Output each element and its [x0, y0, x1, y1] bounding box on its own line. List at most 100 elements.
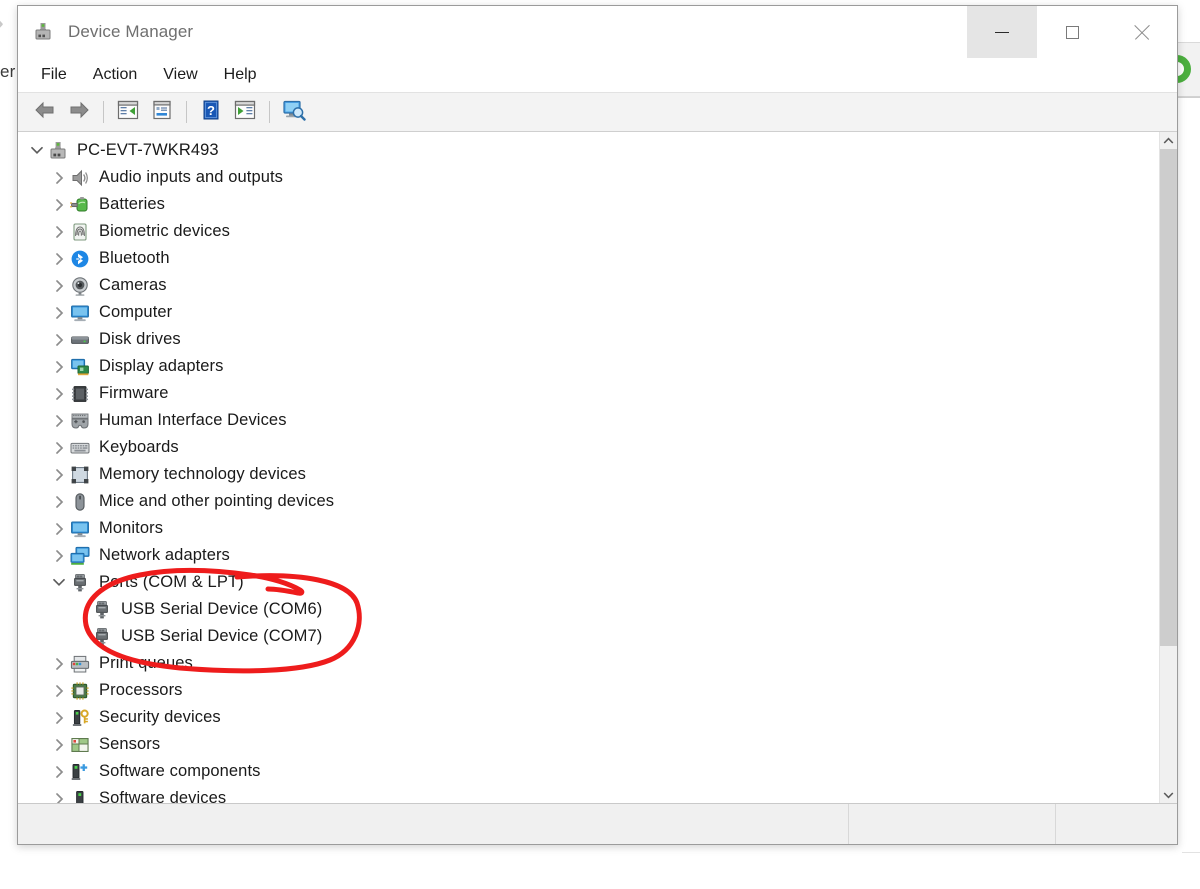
network-adapter-icon [70, 546, 90, 566]
tree-row[interactable]: Bluetooth [18, 245, 1159, 272]
expand-toggle-closed-icon[interactable] [48, 198, 70, 211]
help-button[interactable]: ? [194, 96, 228, 128]
tree-row[interactable]: Software components [18, 758, 1159, 785]
computer-node-icon [48, 141, 68, 161]
tree-row[interactable]: Security devices [18, 704, 1159, 731]
tree-row-label: Batteries [99, 195, 166, 213]
window-controls [967, 6, 1177, 58]
tree-row[interactable]: Processors [18, 677, 1159, 704]
tree-row[interactable]: Batteries [18, 191, 1159, 218]
back-arrow-icon [34, 101, 56, 124]
tree-row[interactable]: Disk drives [18, 326, 1159, 353]
expand-toggle-closed-icon[interactable] [48, 765, 70, 778]
expand-toggle-closed-icon[interactable] [48, 387, 70, 400]
title-bar: Device Manager [18, 6, 1177, 58]
firmware-chip-icon [70, 384, 90, 404]
tree-row[interactable]: USB Serial Device (COM6) [18, 596, 1159, 623]
tree-row[interactable]: Biometric devices [18, 218, 1159, 245]
tree-row-label: Network adapters [99, 546, 230, 564]
expand-toggle-closed-icon[interactable] [48, 279, 70, 292]
expand-toggle-closed-icon[interactable] [48, 684, 70, 697]
forward-button[interactable] [62, 96, 96, 128]
properties-button[interactable] [145, 96, 179, 128]
tree-row[interactable]: Human Interface Devices [18, 407, 1159, 434]
battery-icon [70, 195, 90, 215]
expand-toggle-closed-icon[interactable] [48, 414, 70, 427]
expand-toggle-closed-icon[interactable] [48, 333, 70, 346]
speaker-icon [70, 168, 90, 188]
tree-row[interactable]: Sensors [18, 731, 1159, 758]
expand-toggle-closed-icon[interactable] [48, 657, 70, 670]
expand-toggle-closed-icon[interactable] [48, 252, 70, 265]
tree-row-label: Bluetooth [99, 249, 170, 267]
expand-toggle-closed-icon[interactable] [48, 306, 70, 319]
tree-row-label: Audio inputs and outputs [99, 168, 284, 186]
tree-row-label: Software components [99, 762, 261, 780]
back-button[interactable] [28, 96, 62, 128]
tree-row-label: Sensors [99, 735, 161, 753]
tree-row[interactable]: Network adapters [18, 542, 1159, 569]
tree-row[interactable]: PC-EVT-7WKR493 [18, 137, 1159, 164]
device-manager-icon [32, 21, 54, 43]
expand-toggle-closed-icon[interactable] [48, 225, 70, 238]
expand-toggle-closed-icon[interactable] [48, 711, 70, 724]
tree-row[interactable]: Cameras [18, 272, 1159, 299]
tree-row[interactable]: Display adapters [18, 353, 1159, 380]
expand-toggle-closed-icon[interactable] [48, 441, 70, 454]
scrollbar-track[interactable] [1160, 149, 1177, 786]
menu-item-action[interactable]: Action [80, 63, 150, 88]
menu-item-file[interactable]: File [28, 63, 80, 88]
tree-row[interactable]: USB Serial Device (COM7) [18, 623, 1159, 650]
toolbar-separator-1 [103, 101, 104, 123]
close-icon [1134, 24, 1150, 40]
tree-row[interactable]: Ports (COM & LPT) [18, 569, 1159, 596]
tree-row[interactable]: Software devices [18, 785, 1159, 803]
scroll-up-button[interactable] [1160, 132, 1177, 149]
minimize-button[interactable] [967, 6, 1037, 58]
display-adapter-icon [70, 357, 90, 377]
expand-toggle-closed-icon[interactable] [48, 792, 70, 803]
serial-port-icon [92, 600, 112, 620]
close-button[interactable] [1107, 6, 1177, 58]
minimize-icon [995, 31, 1009, 33]
expand-toggle-closed-icon[interactable] [48, 549, 70, 562]
scan-hardware-changes-button[interactable] [277, 96, 311, 128]
menu-item-help[interactable]: Help [211, 63, 270, 88]
expand-toggle-open-icon[interactable] [26, 146, 48, 155]
tree-row[interactable]: Monitors [18, 515, 1159, 542]
fingerprint-icon [70, 222, 90, 242]
expand-toggle-open-icon[interactable] [48, 578, 70, 587]
expand-toggle-closed-icon[interactable] [48, 738, 70, 751]
menu-item-view[interactable]: View [150, 63, 210, 88]
tree-row-label: Software devices [99, 789, 227, 803]
expand-toggle-closed-icon[interactable] [48, 468, 70, 481]
device-tree[interactable]: PC-EVT-7WKR493 Audio inputs and outputs Ba… [18, 132, 1159, 803]
toolbar: ? [18, 93, 1177, 132]
vertical-scrollbar[interactable] [1159, 132, 1177, 803]
expand-toggle-closed-icon[interactable] [48, 522, 70, 535]
tree-row-label: Mice and other pointing devices [99, 492, 335, 510]
maximize-icon [1065, 25, 1079, 39]
tree-row[interactable]: Print queues [18, 650, 1159, 677]
scroll-down-button[interactable] [1160, 786, 1177, 803]
scrollbar-thumb[interactable] [1160, 149, 1177, 646]
window-title: Device Manager [68, 22, 194, 41]
tree-row-label: USB Serial Device (COM6) [121, 600, 323, 618]
forward-arrow-icon [68, 101, 90, 124]
expand-toggle-closed-icon[interactable] [48, 360, 70, 373]
expand-toggle-closed-icon[interactable] [48, 171, 70, 184]
tree-row[interactable]: Computer [18, 299, 1159, 326]
expand-toggle-closed-icon[interactable] [48, 495, 70, 508]
maximize-button[interactable] [1037, 6, 1107, 58]
tree-row[interactable]: Mice and other pointing devices [18, 488, 1159, 515]
monitor-icon [70, 519, 90, 539]
mouse-icon [70, 492, 90, 512]
show-action-pane-button[interactable] [228, 96, 262, 128]
tree-row[interactable]: Keyboards [18, 434, 1159, 461]
tree-row[interactable]: Memory technology devices [18, 461, 1159, 488]
menu-bar: File Action View Help [18, 58, 1177, 93]
tree-row[interactable]: Audio inputs and outputs [18, 164, 1159, 191]
show-console-tree-button[interactable] [111, 96, 145, 128]
tree-row[interactable]: Firmware [18, 380, 1159, 407]
tree-row-label: Firmware [99, 384, 169, 402]
